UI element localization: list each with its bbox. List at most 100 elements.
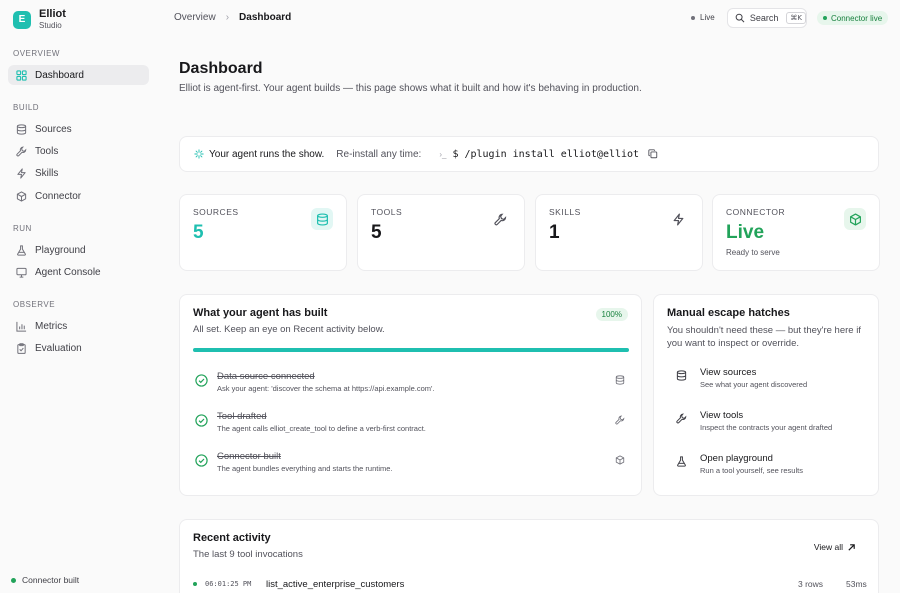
connector-live-label: Connector live bbox=[831, 13, 883, 23]
terminal-icon: ›_ bbox=[439, 149, 447, 159]
checklist-item: Connector built The agent bundles everyt… bbox=[193, 451, 629, 481]
database-icon bbox=[16, 123, 27, 135]
view-all-link[interactable]: View all bbox=[814, 542, 856, 552]
bolt-icon bbox=[16, 167, 27, 179]
progress-bar bbox=[193, 348, 629, 352]
connector-live-badge: Connector live bbox=[817, 11, 889, 25]
section-label-overview: OVERVIEW bbox=[13, 49, 60, 58]
reinstall-label: Re-install any time: bbox=[336, 148, 422, 160]
page-title: Dashboard bbox=[179, 60, 263, 77]
live-indicator: Live bbox=[691, 13, 715, 22]
manual-panel: Manual escape hatches You shouldn't need… bbox=[653, 294, 879, 496]
wrench-icon bbox=[489, 208, 511, 230]
section-label-observe: OBSERVE bbox=[13, 300, 56, 309]
breadcrumb: Overview › Dashboard bbox=[174, 12, 291, 23]
hatch-detail: Inspect the contracts your agent drafted bbox=[700, 423, 833, 432]
section-label-run: RUN bbox=[13, 224, 32, 233]
progress-fill bbox=[193, 348, 629, 352]
sidebar-item-agent-console[interactable]: Agent Console bbox=[8, 262, 149, 282]
bolt-icon bbox=[667, 208, 689, 230]
sidebar-item-metrics[interactable]: Metrics bbox=[8, 316, 149, 336]
hatch-title: Open playground bbox=[700, 453, 773, 464]
brand-subtitle: Studio bbox=[39, 21, 62, 30]
brand[interactable]: E Elliot Studio bbox=[13, 8, 66, 31]
hatch-detail: See what your agent discovered bbox=[700, 380, 808, 389]
stat-card-connector[interactable]: CONNECTOR Live Ready to serve bbox=[712, 194, 880, 271]
open-playground-link[interactable]: Open playground Run a tool yourself, see… bbox=[667, 453, 872, 483]
checklist-item: Data source connected Ask your agent: 'd… bbox=[193, 371, 629, 401]
stat-value: 5 bbox=[371, 222, 382, 243]
checklist-title: Tool drafted bbox=[217, 411, 267, 422]
built-title: What your agent has built bbox=[193, 307, 328, 319]
sidebar-item-label: Connector bbox=[35, 190, 82, 202]
database-icon bbox=[676, 370, 687, 381]
activity-rows: 3 rows bbox=[798, 579, 824, 589]
stat-sublabel: Ready to serve bbox=[726, 248, 780, 257]
section-label-build: BUILD bbox=[13, 103, 40, 112]
hatch-title: View tools bbox=[700, 410, 744, 421]
page-lede: Elliot is agent-first. Your agent builds… bbox=[179, 83, 642, 94]
dashboard-icon bbox=[16, 69, 27, 81]
topbar: Overview › Dashboard Live Search ⌘K Conn… bbox=[158, 0, 900, 37]
wrench-icon bbox=[676, 413, 687, 424]
sidebar-item-dashboard[interactable]: Dashboard bbox=[8, 65, 149, 85]
clipboard-check-icon bbox=[16, 342, 27, 354]
flask-icon bbox=[677, 456, 686, 467]
sidebar-item-label: Sources bbox=[35, 123, 72, 135]
stat-value: 5 bbox=[193, 222, 204, 243]
copy-icon[interactable] bbox=[648, 149, 658, 159]
progress-badge: 100% bbox=[595, 308, 628, 321]
activity-row[interactable]: 06:01:25 PM list_active_enterprise_custo… bbox=[193, 577, 867, 591]
cube-icon bbox=[16, 190, 27, 202]
stat-label: SOURCES bbox=[193, 207, 239, 217]
stat-card-tools[interactable]: TOOLS 5 bbox=[357, 194, 525, 271]
sidebar-item-playground[interactable]: Playground bbox=[8, 240, 149, 260]
checklist-detail: The agent calls elliot_create_tool to de… bbox=[217, 424, 426, 433]
sparkle-icon bbox=[194, 149, 204, 159]
sidebar-item-tools[interactable]: Tools bbox=[8, 141, 149, 161]
stat-label: TOOLS bbox=[371, 207, 403, 217]
recent-title: Recent activity bbox=[193, 532, 271, 544]
hatch-title: View sources bbox=[700, 367, 757, 378]
install-command[interactable]: $ /plugin install elliot@elliot bbox=[452, 149, 639, 160]
hatch-detail: Run a tool yourself, see results bbox=[700, 466, 803, 475]
activity-duration: 53ms bbox=[846, 579, 867, 589]
built-subtitle: All set. Keep an eye on Recent activity … bbox=[193, 324, 385, 335]
manual-title: Manual escape hatches bbox=[667, 307, 790, 319]
live-label: Live bbox=[700, 13, 715, 22]
stat-card-skills[interactable]: SKILLS 1 bbox=[535, 194, 703, 271]
sidebar: E Elliot Studio OVERVIEW Dashboard BUILD… bbox=[0, 0, 158, 593]
view-tools-link[interactable]: View tools Inspect the contracts your ag… bbox=[667, 410, 872, 440]
checklist-item: Tool drafted The agent calls elliot_crea… bbox=[193, 411, 629, 441]
breadcrumb-current: Dashboard bbox=[239, 12, 292, 23]
sidebar-item-connector[interactable]: Connector bbox=[8, 186, 149, 206]
stat-value: Live bbox=[726, 222, 765, 243]
stat-label: SKILLS bbox=[549, 207, 581, 217]
install-headline: Your agent runs the show. bbox=[209, 148, 325, 160]
recent-subtitle: The last 9 tool invocations bbox=[193, 549, 303, 560]
connector-status: Connector built bbox=[11, 575, 79, 585]
sidebar-item-evaluation[interactable]: Evaluation bbox=[8, 338, 149, 358]
view-sources-link[interactable]: View sources See what your agent discove… bbox=[667, 367, 872, 397]
status-dot bbox=[823, 16, 827, 20]
sidebar-item-label: Metrics bbox=[35, 320, 68, 332]
activity-time: 06:01:25 PM bbox=[205, 580, 252, 588]
stat-card-sources[interactable]: SOURCES 5 bbox=[179, 194, 347, 271]
cube-icon bbox=[615, 455, 625, 465]
view-all-label: View all bbox=[813, 542, 843, 552]
breadcrumb-separator: › bbox=[225, 12, 230, 23]
sidebar-item-skills[interactable]: Skills bbox=[8, 163, 149, 183]
manual-subtitle: You shouldn't need these — but they're h… bbox=[667, 325, 861, 349]
bar-chart-icon bbox=[16, 321, 27, 332]
search-icon bbox=[735, 13, 745, 23]
check-circle-icon bbox=[195, 454, 208, 467]
search-button[interactable]: Search ⌘K bbox=[727, 8, 807, 28]
sidebar-item-label: Dashboard bbox=[35, 69, 84, 81]
arrow-up-right-icon bbox=[848, 543, 855, 551]
breadcrumb-overview[interactable]: Overview bbox=[174, 12, 216, 23]
stat-label: CONNECTOR bbox=[726, 207, 786, 217]
sidebar-item-sources[interactable]: Sources bbox=[8, 119, 149, 139]
sidebar-item-label: Evaluation bbox=[35, 342, 82, 354]
wrench-icon bbox=[16, 146, 27, 157]
check-circle-icon bbox=[195, 414, 208, 427]
